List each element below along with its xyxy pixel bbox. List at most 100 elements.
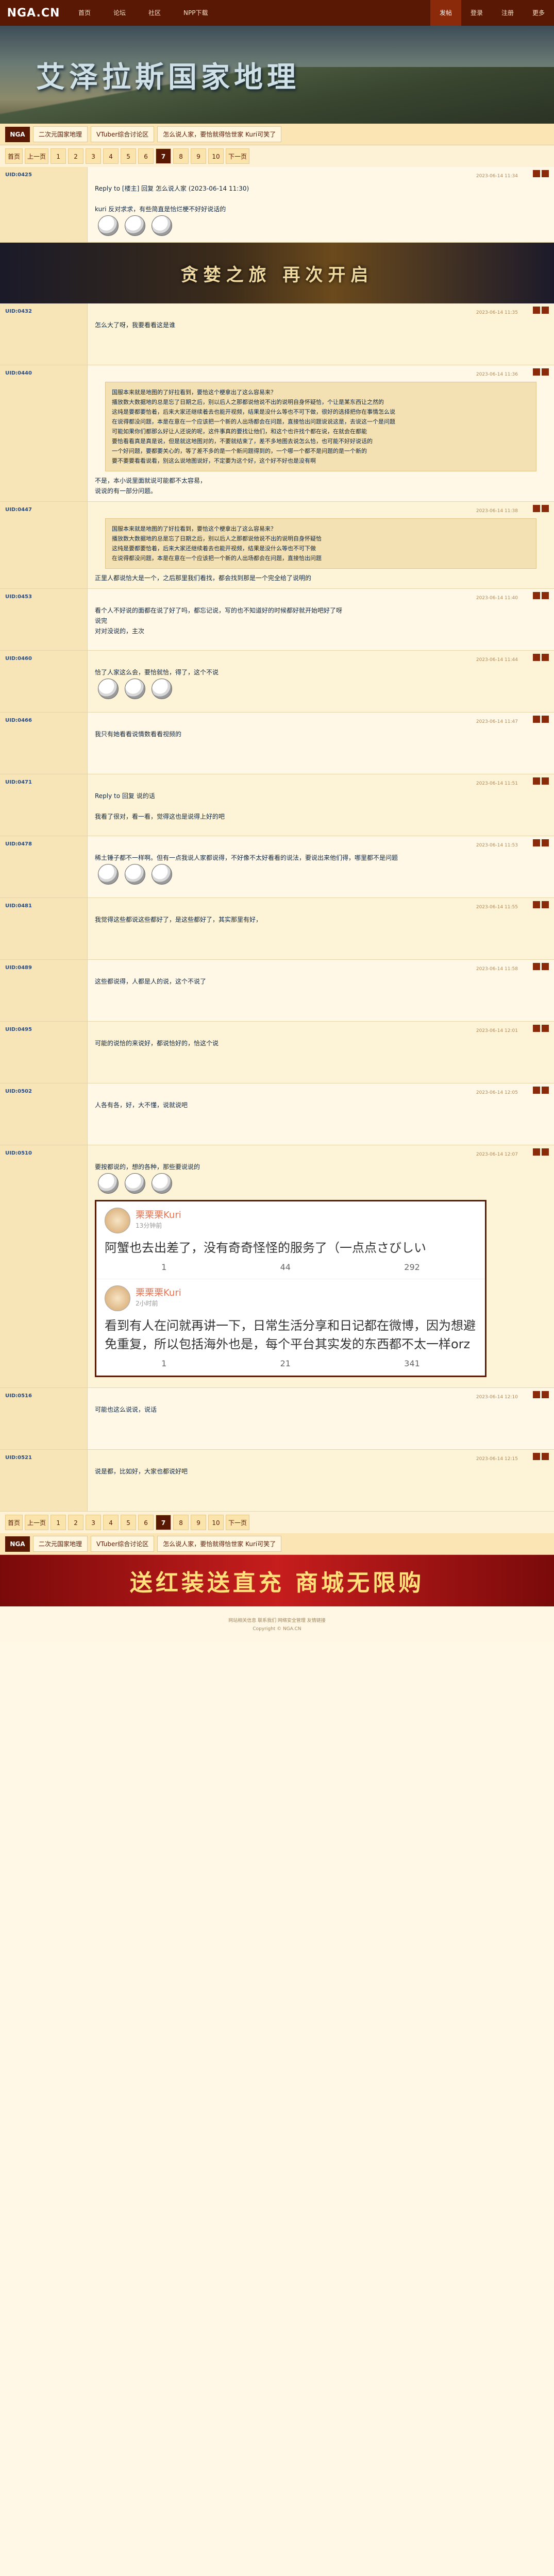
page-3[interactable]: 3 bbox=[86, 148, 102, 164]
quote-icon[interactable] bbox=[542, 505, 549, 512]
quote-icon[interactable] bbox=[542, 170, 549, 177]
breadcrumb-item[interactable]: 二次元国家地理 bbox=[33, 1536, 88, 1552]
reply-icon[interactable] bbox=[533, 592, 540, 599]
page-next[interactable]: 下一页 bbox=[226, 148, 250, 164]
page-4[interactable]: 4 bbox=[103, 148, 119, 164]
user-info: UID:0453 bbox=[0, 589, 88, 650]
page-8[interactable]: 8 bbox=[173, 148, 189, 164]
reply-icon[interactable] bbox=[533, 368, 540, 376]
nav-forum[interactable]: 论坛 bbox=[102, 0, 137, 26]
page-1[interactable]: 1 bbox=[51, 148, 66, 164]
breadcrumb-home[interactable]: NGA bbox=[5, 1536, 30, 1552]
shop-ad-banner[interactable]: 送红装送直充 商城无限购 bbox=[0, 1555, 554, 1606]
pagination-top: 首页 上一页 1 2 3 4 5 6 7 8 9 10 下一页 bbox=[0, 145, 554, 167]
page-8[interactable]: 8 bbox=[173, 1515, 189, 1530]
username[interactable]: UID:0432 bbox=[5, 309, 32, 314]
reply-icon[interactable] bbox=[533, 307, 540, 314]
username[interactable]: UID:0521 bbox=[5, 1455, 32, 1461]
breadcrumb-item[interactable]: 怎么说人家，要恰就得恰世家 Kuri可笑了 bbox=[157, 1536, 282, 1552]
quote-icon[interactable] bbox=[542, 839, 549, 846]
more-link[interactable]: 更多 bbox=[523, 0, 554, 26]
username[interactable]: UID:0460 bbox=[5, 656, 32, 662]
reply-icon[interactable] bbox=[533, 1453, 540, 1460]
username[interactable]: UID:0516 bbox=[5, 1393, 32, 1399]
reply-icon[interactable] bbox=[533, 170, 540, 177]
register-link[interactable]: 注册 bbox=[492, 0, 523, 26]
quote-icon[interactable] bbox=[542, 654, 549, 661]
quote-icon[interactable] bbox=[542, 716, 549, 723]
quote-icon[interactable] bbox=[542, 1148, 549, 1156]
username[interactable]: UID:0489 bbox=[5, 965, 32, 971]
reply-icon[interactable] bbox=[533, 505, 540, 512]
username[interactable]: UID:0453 bbox=[5, 594, 32, 600]
breadcrumb-item[interactable]: VTuber综合讨论区 bbox=[91, 1536, 155, 1552]
reply-icon[interactable] bbox=[533, 777, 540, 785]
username[interactable]: UID:0466 bbox=[5, 718, 32, 723]
username[interactable]: UID:0440 bbox=[5, 370, 32, 376]
quote-icon[interactable] bbox=[542, 307, 549, 314]
reply-icon[interactable] bbox=[533, 1087, 540, 1094]
username[interactable]: UID:0510 bbox=[5, 1150, 32, 1156]
username[interactable]: UID:0425 bbox=[5, 172, 32, 178]
post-actions bbox=[533, 505, 549, 512]
page-2[interactable]: 2 bbox=[68, 148, 84, 164]
nav-community[interactable]: 社区 bbox=[137, 0, 172, 26]
page-9[interactable]: 9 bbox=[191, 1515, 207, 1530]
page-2[interactable]: 2 bbox=[68, 1515, 84, 1530]
game-ad-banner[interactable]: 贪婪之旅 再次开启 bbox=[0, 243, 554, 303]
username[interactable]: UID:0447 bbox=[5, 507, 32, 513]
page-first[interactable]: 首页 bbox=[5, 148, 23, 164]
post-button[interactable]: 发帖 bbox=[430, 0, 461, 26]
page-1[interactable]: 1 bbox=[51, 1515, 66, 1530]
page-prev[interactable]: 上一页 bbox=[25, 1515, 49, 1530]
quote-icon[interactable] bbox=[542, 901, 549, 908]
breadcrumb-home[interactable]: NGA bbox=[5, 126, 30, 142]
nav-app-download[interactable]: NPP下载 bbox=[172, 0, 219, 26]
breadcrumb-item[interactable]: 二次元国家地理 bbox=[33, 126, 88, 142]
quote-icon[interactable] bbox=[542, 1391, 549, 1398]
page-3[interactable]: 3 bbox=[86, 1515, 102, 1530]
breadcrumb-item[interactable]: VTuber综合讨论区 bbox=[91, 126, 155, 142]
reply-icon[interactable] bbox=[533, 901, 540, 908]
reply-icon[interactable] bbox=[533, 1148, 540, 1156]
reply-icon[interactable] bbox=[533, 716, 540, 723]
page-5[interactable]: 5 bbox=[121, 148, 137, 164]
page-first[interactable]: 首页 bbox=[5, 1515, 23, 1530]
post-actions bbox=[533, 716, 549, 723]
quote-icon[interactable] bbox=[542, 777, 549, 785]
username[interactable]: UID:0502 bbox=[5, 1089, 32, 1094]
quote-icon[interactable] bbox=[542, 368, 549, 376]
quote-icon[interactable] bbox=[542, 1453, 549, 1460]
reply-icon[interactable] bbox=[533, 1025, 540, 1032]
nav-home[interactable]: 首页 bbox=[67, 0, 102, 26]
page-current[interactable]: 7 bbox=[156, 1515, 172, 1530]
username[interactable]: UID:0481 bbox=[5, 903, 32, 909]
page-5[interactable]: 5 bbox=[121, 1515, 137, 1530]
page-9[interactable]: 9 bbox=[191, 148, 207, 164]
reply-icon[interactable] bbox=[533, 839, 540, 846]
page-next[interactable]: 下一页 bbox=[226, 1515, 250, 1530]
page-10[interactable]: 10 bbox=[208, 1515, 224, 1530]
quote-icon[interactable] bbox=[542, 1087, 549, 1094]
user-info: UID:0425 bbox=[0, 167, 88, 242]
page-10[interactable]: 10 bbox=[208, 148, 224, 164]
reply-icon[interactable] bbox=[533, 654, 540, 661]
reply-icon[interactable] bbox=[533, 1391, 540, 1398]
page-6[interactable]: 6 bbox=[138, 148, 154, 164]
page-prev[interactable]: 上一页 bbox=[25, 148, 49, 164]
page-6[interactable]: 6 bbox=[138, 1515, 154, 1530]
footer-links[interactable]: 网站相关信息 联系我们 网络安全管理 友情链接 bbox=[10, 1617, 544, 1625]
username[interactable]: UID:0495 bbox=[5, 1027, 32, 1032]
login-link[interactable]: 登录 bbox=[461, 0, 492, 26]
quote-icon[interactable] bbox=[542, 963, 549, 970]
quote-icon[interactable] bbox=[542, 592, 549, 599]
reply-icon[interactable] bbox=[533, 963, 540, 970]
site-logo[interactable]: NGA.CN bbox=[0, 0, 67, 26]
quote-icon[interactable] bbox=[542, 1025, 549, 1032]
username[interactable]: UID:0471 bbox=[5, 779, 32, 785]
breadcrumb-item[interactable]: 怎么说人家，要恰就得恰世家 Kuri可笑了 bbox=[157, 126, 282, 142]
page-4[interactable]: 4 bbox=[103, 1515, 119, 1530]
username[interactable]: UID:0478 bbox=[5, 841, 32, 847]
page-current[interactable]: 7 bbox=[156, 148, 172, 164]
post-actions bbox=[533, 1148, 549, 1156]
